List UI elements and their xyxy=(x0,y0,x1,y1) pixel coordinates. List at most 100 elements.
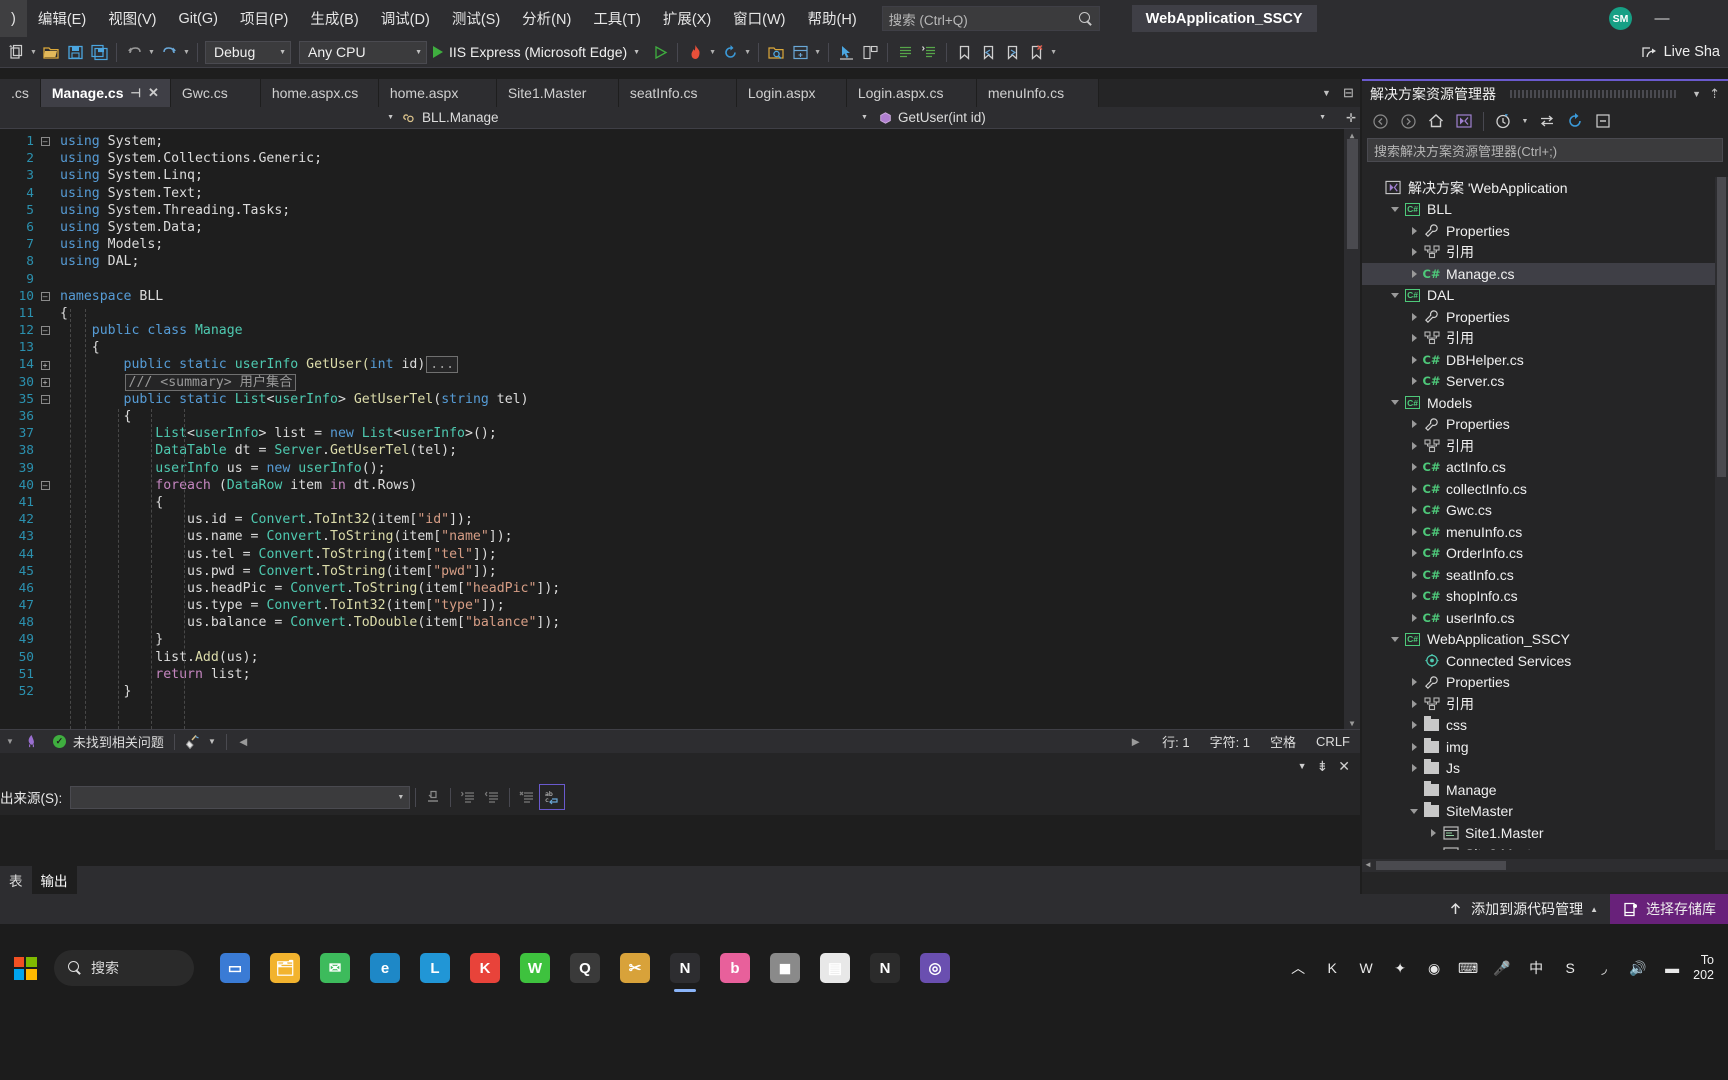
save-icon[interactable] xyxy=(63,40,87,64)
tree-item[interactable]: Manage xyxy=(1362,779,1728,801)
collapse-icon[interactable]: – xyxy=(40,326,50,336)
tree-item[interactable]: C# OrderInfo.cs xyxy=(1362,543,1728,565)
panel-menu-icon[interactable]: ▼ xyxy=(1692,89,1701,99)
volume-icon[interactable]: 🔊 xyxy=(1621,949,1655,987)
se-scroll-left-icon[interactable]: ◄ xyxy=(1364,860,1372,869)
tab-login-aspx[interactable]: Login.aspx xyxy=(736,79,847,107)
tab-list-dropdown-icon[interactable]: ▼ xyxy=(1322,88,1331,98)
clear-bookmarks-icon[interactable] xyxy=(1024,40,1048,64)
quick-search-box[interactable]: 搜索 (Ctrl+Q) xyxy=(881,6,1100,31)
tree-item[interactable]: C# DAL xyxy=(1362,285,1728,307)
taskbar-app-wechat[interactable]: W xyxy=(510,941,560,995)
expand-arrow-icon[interactable] xyxy=(1406,758,1422,780)
code-cleanup-button[interactable]: ▼ xyxy=(175,730,226,754)
expand-arrow-icon[interactable] xyxy=(1406,607,1422,629)
navbar-split-icon[interactable]: ✛ xyxy=(1346,107,1356,129)
tree-item[interactable]: Connected Services xyxy=(1362,650,1728,672)
refresh-dropdown-icon[interactable]: ▼ xyxy=(742,40,753,64)
expand-arrow-icon[interactable] xyxy=(1406,457,1422,479)
eol-indicator[interactable]: CRLF xyxy=(1306,730,1360,754)
microphone-icon[interactable]: 🎤 xyxy=(1485,949,1519,987)
tree-item[interactable]: css xyxy=(1362,715,1728,737)
scroll-left-icon[interactable]: ◄ xyxy=(227,730,260,754)
taskbar-app-visual-studio[interactable]: N xyxy=(660,941,710,995)
menu-item-0[interactable]: ) xyxy=(0,0,27,37)
open-browser-icon[interactable] xyxy=(764,40,788,64)
indent-indicator[interactable]: 空格 xyxy=(1260,730,1306,754)
previous-bookmark-icon[interactable] xyxy=(976,40,1000,64)
tree-item[interactable]: C# actInfo.cs xyxy=(1362,457,1728,479)
live-share-button[interactable]: Live Sha xyxy=(1641,44,1720,61)
select-repository[interactable]: 选择存储库 xyxy=(1610,894,1728,924)
collapse-all-icon[interactable] xyxy=(1591,110,1615,132)
collapse-icon[interactable]: – xyxy=(40,137,50,147)
expand-icon[interactable]: + xyxy=(40,377,50,387)
intellicode-icon[interactable] xyxy=(20,730,43,754)
solution-explorer-search[interactable]: 搜索解决方案资源管理器(Ctrl+;) xyxy=(1367,138,1723,162)
taskbar-app-bilibili[interactable]: b xyxy=(710,941,760,995)
save-all-icon[interactable] xyxy=(87,40,111,64)
tree-item[interactable]: C# Manage.cs xyxy=(1362,263,1728,285)
output-word-wrap-icon[interactable]: ab c xyxy=(539,784,566,810)
output-clear-icon[interactable] xyxy=(515,785,539,809)
comment-lines-icon[interactable] xyxy=(893,40,917,64)
tab-gwc-cs[interactable]: Gwc.cs xyxy=(170,79,261,107)
tree-item[interactable]: 引用 xyxy=(1362,242,1728,264)
expand-arrow-icon[interactable] xyxy=(1425,822,1441,844)
panel-pin-icon[interactable]: ⇡ xyxy=(1709,86,1720,102)
bottom-tab-output[interactable]: 输出 xyxy=(31,866,77,894)
pointer-select-icon[interactable] xyxy=(834,40,858,64)
menu-item-extensions[interactable]: 扩展(X) xyxy=(652,0,722,37)
scroll-down-icon[interactable]: ▼ xyxy=(1346,715,1358,728)
output-text-area[interactable] xyxy=(0,815,1360,863)
tray-wechat-icon[interactable]: W xyxy=(1349,949,1383,987)
keyboard-icon[interactable]: ⌨ xyxy=(1451,949,1485,987)
collapse-arrow-icon[interactable] xyxy=(1387,199,1403,221)
close-panel-icon[interactable]: ✕ xyxy=(1338,758,1350,775)
open-folder-icon[interactable] xyxy=(39,40,63,64)
collapse-icon[interactable]: – xyxy=(40,394,50,404)
tree-item[interactable]: C# collectInfo.cs xyxy=(1362,478,1728,500)
code-cleanup-dropdown-icon[interactable]: ▼ xyxy=(208,737,216,746)
wifi-icon[interactable]: ◞ xyxy=(1587,949,1621,987)
output-panel-menu-icon[interactable]: ▼ xyxy=(1298,761,1307,771)
menu-item-view[interactable]: 视图(V) xyxy=(97,0,167,37)
undo-icon[interactable] xyxy=(122,40,146,64)
expand-icon[interactable]: + xyxy=(40,360,50,370)
uncomment-lines-icon[interactable] xyxy=(917,40,941,64)
refresh-icon[interactable] xyxy=(718,40,742,64)
bookmark-icon[interactable] xyxy=(952,40,976,64)
taskbar-app-snip-tool[interactable]: ✂ xyxy=(610,941,660,995)
expand-arrow-icon[interactable] xyxy=(1406,693,1422,715)
start-debug-button[interactable]: IIS Express (Microsoft Edge) ▼ xyxy=(427,40,648,64)
pin-panel-icon[interactable]: ⇟ xyxy=(1317,758,1329,775)
taskbar-app-qq[interactable]: Q xyxy=(560,941,610,995)
tree-item[interactable]: 引用 xyxy=(1362,435,1728,457)
panel-grip[interactable] xyxy=(1510,90,1679,98)
type-scope-dropdown[interactable]: BLL.Manage xyxy=(402,107,499,129)
menu-item-debug[interactable]: 调试(D) xyxy=(370,0,441,37)
forward-icon[interactable] xyxy=(1396,110,1420,132)
collapse-icon[interactable]: – xyxy=(40,291,50,301)
back-icon[interactable] xyxy=(1368,110,1392,132)
member-scope-dropdown[interactable]: GetUser(int id) xyxy=(878,107,986,129)
hot-reload-dropdown-icon[interactable]: ▼ xyxy=(707,40,718,64)
expand-arrow-icon[interactable] xyxy=(1406,435,1422,457)
tree-item[interactable]: Properties xyxy=(1362,672,1728,694)
undo-dropdown-icon[interactable]: ▼ xyxy=(146,40,157,64)
issues-status[interactable]: ✓ 未找到相关问题 xyxy=(43,730,174,754)
tree-item[interactable]: Site2.Master xyxy=(1362,844,1728,850)
taskbar-app-netease-music[interactable]: N xyxy=(860,941,910,995)
platform-dropdown[interactable]: Any CPU ▼ xyxy=(299,40,427,64)
expand-arrow-icon[interactable] xyxy=(1406,521,1422,543)
tab-home-aspx[interactable]: home.aspx xyxy=(378,79,497,107)
tray-s-icon[interactable]: S xyxy=(1553,949,1587,987)
expand-arrow-icon[interactable] xyxy=(1406,349,1422,371)
run-target-dropdown-icon[interactable]: ▼ xyxy=(633,49,640,56)
bottom-tab-table[interactable]: 表 xyxy=(0,866,32,894)
scroll-right-icon[interactable]: ► xyxy=(1119,730,1152,754)
menu-item-window[interactable]: 窗口(W) xyxy=(722,0,796,37)
tree-item[interactable]: C# Gwc.cs xyxy=(1362,500,1728,522)
new-project-dropdown-icon[interactable]: ▼ xyxy=(28,40,39,64)
expand-arrow-icon[interactable] xyxy=(1406,306,1422,328)
